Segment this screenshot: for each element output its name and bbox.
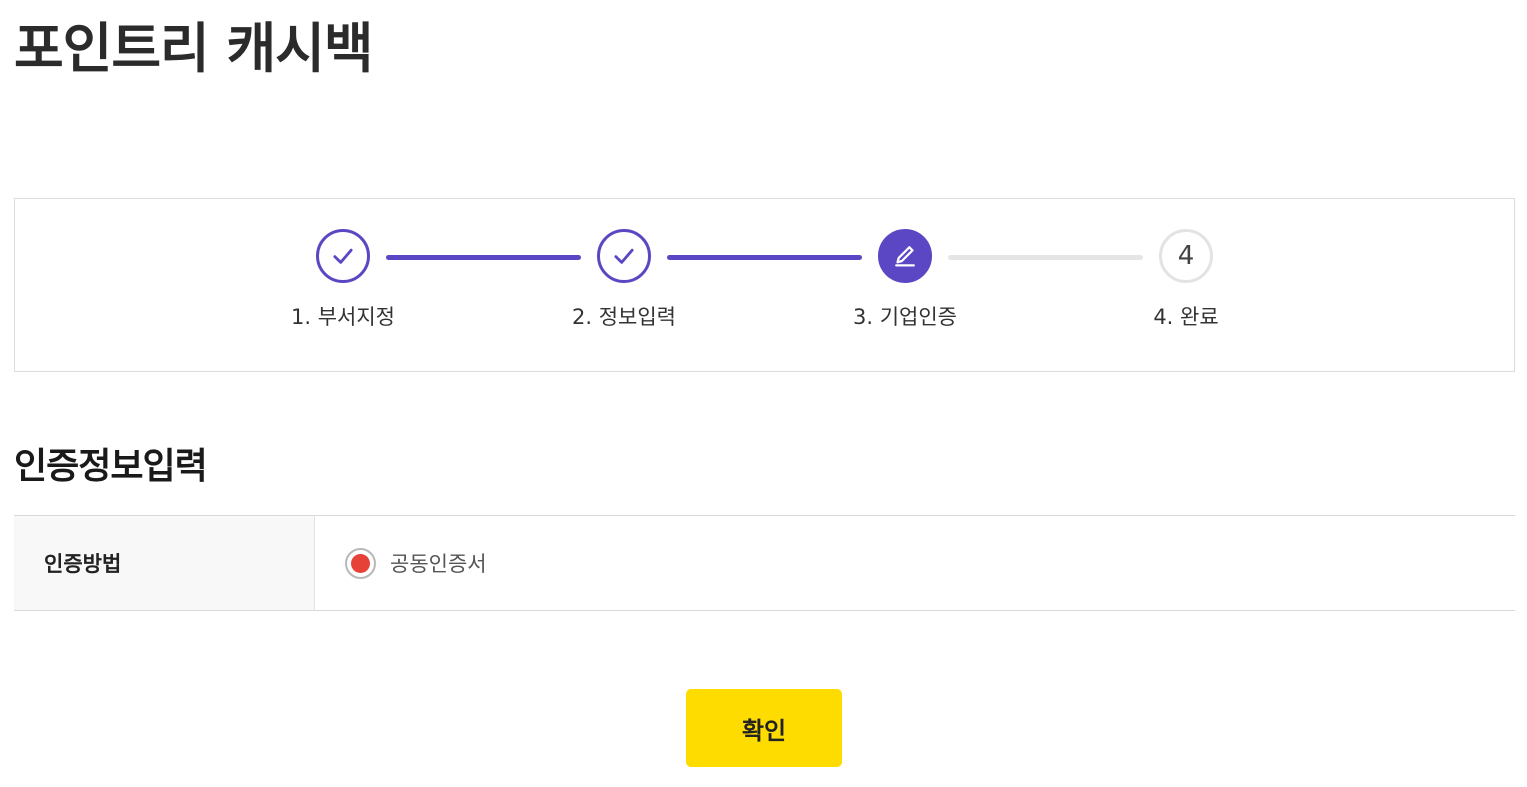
step-connector-1-2 bbox=[386, 255, 581, 260]
step-4: 4 4. 완료 bbox=[1116, 229, 1256, 331]
step-3-circle bbox=[878, 229, 932, 283]
auth-option-label: 공동인증서 bbox=[390, 552, 487, 576]
auth-method-label: 인증방법 bbox=[14, 516, 315, 610]
step-4-label: 4. 완료 bbox=[1153, 305, 1219, 329]
step-3-label: 3. 기업인증 bbox=[853, 305, 957, 329]
auth-option-certificate[interactable]: 공동인증서 bbox=[345, 547, 487, 579]
step-connector-3-4 bbox=[948, 255, 1143, 260]
step-1: 1. 부서지정 bbox=[273, 229, 413, 331]
auth-method-cell: 공동인증서 bbox=[315, 516, 1515, 610]
auth-info-form: 인증방법 공동인증서 bbox=[14, 515, 1515, 611]
pencil-icon bbox=[895, 246, 915, 267]
radio-button[interactable] bbox=[345, 547, 376, 579]
step-2: 2. 정보입력 bbox=[554, 229, 694, 331]
page-title: 포인트리 캐시백 bbox=[14, 17, 374, 80]
check-icon bbox=[614, 248, 634, 264]
section-title: 인증정보입력 bbox=[14, 446, 208, 487]
step-2-label: 2. 정보입력 bbox=[572, 305, 676, 329]
step-4-number: 4 bbox=[1177, 241, 1195, 271]
confirm-button[interactable]: 확인 bbox=[686, 689, 842, 767]
check-icon bbox=[333, 248, 353, 264]
progress-stepper: 1. 부서지정 2. 정보입력 3. 기업인증 4 4. 완료 bbox=[14, 198, 1515, 372]
step-connector-2-3 bbox=[667, 255, 862, 260]
step-2-circle bbox=[597, 229, 651, 283]
step-1-circle bbox=[316, 229, 370, 283]
step-3: 3. 기업인증 bbox=[835, 229, 975, 331]
step-4-circle: 4 bbox=[1159, 229, 1213, 283]
radio-selected-dot bbox=[351, 553, 370, 573]
step-1-label: 1. 부서지정 bbox=[291, 305, 395, 329]
